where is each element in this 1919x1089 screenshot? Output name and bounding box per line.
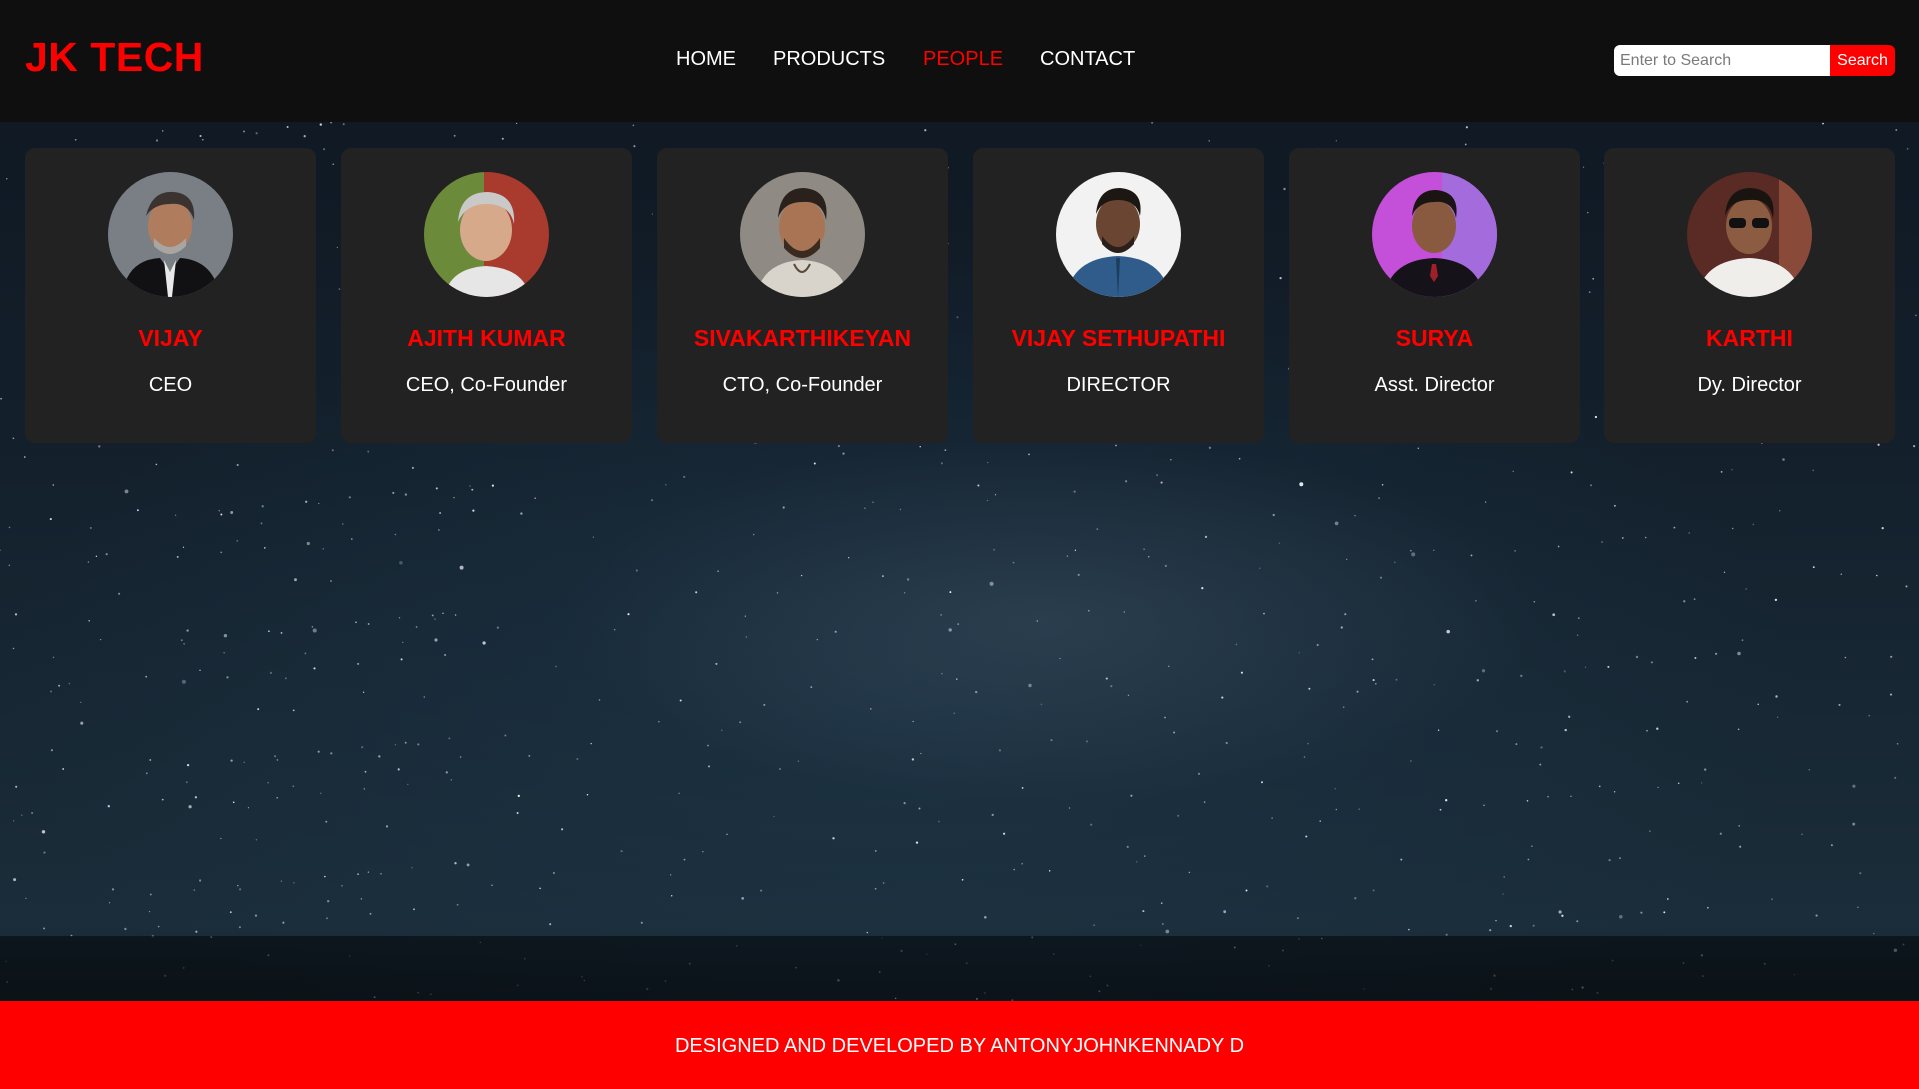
person-name: KARTHI [1706,325,1793,351]
background-band [0,936,1919,1001]
person-role: CTO, Co-Founder [722,374,883,396]
person-card-vijay-sethupathi[interactable]: VIJAY SETHUPATHI DIRECTOR [973,148,1264,443]
portrait-image [1372,172,1497,297]
avatar [1687,172,1812,297]
avatar [1372,172,1497,297]
person-card-sivakarthikeyan[interactable]: SIVAKARTHIKEYAN CTO, Co-Founder [657,148,948,443]
avatar [108,172,233,297]
people-cards: VIJAY CEO AJITH KUMAR CEO, Co-Founder SI… [25,148,1895,443]
portrait-image [1056,172,1181,297]
portrait-image [740,172,865,297]
page: JK TECH HOME PRODUCTS PEOPLE CONTACT Sea… [0,0,1919,1089]
person-card-karthi[interactable]: KARTHI Dy. Director [1604,148,1895,443]
person-name: VIJAY SETHUPATHI [1011,325,1226,351]
person-card-ajith-kumar[interactable]: AJITH KUMAR CEO, Co-Founder [341,148,632,443]
search-form: Search [1614,45,1895,76]
portrait-image [1687,172,1812,297]
nav-item-contact[interactable]: CONTACT [1040,48,1135,71]
person-role: CEO [148,374,193,396]
portrait-image [424,172,549,297]
person-card-surya[interactable]: SURYA Asst. Director [1289,148,1580,443]
avatar [1056,172,1181,297]
person-name: SURYA [1395,325,1474,351]
person-role: DIRECTOR [1066,374,1171,396]
portrait-image [108,172,233,297]
nav-item-home[interactable]: HOME [676,48,736,71]
footer-credit: DESIGNED AND DEVELOPED BY ANTONYJOHNKENN… [674,1035,1245,1057]
search-button[interactable]: Search [1830,45,1895,76]
person-card-vijay[interactable]: VIJAY CEO [25,148,316,443]
person-name: VIJAY [138,325,203,351]
avatar [740,172,865,297]
person-name: AJITH KUMAR [407,325,566,351]
nav-item-people[interactable]: PEOPLE [923,48,1003,71]
nav-item-products[interactable]: PRODUCTS [773,48,885,71]
person-role: Dy. Director [1697,374,1802,396]
search-input[interactable] [1614,45,1830,76]
avatar [424,172,549,297]
person-role: Asst. Director [1374,374,1495,396]
site-footer: DESIGNED AND DEVELOPED BY ANTONYJOHNKENN… [0,1001,1919,1089]
top-navbar: JK TECH HOME PRODUCTS PEOPLE CONTACT Sea… [0,0,1919,122]
person-name: SIVAKARTHIKEYAN [693,325,912,351]
person-role: CEO, Co-Founder [405,374,568,396]
